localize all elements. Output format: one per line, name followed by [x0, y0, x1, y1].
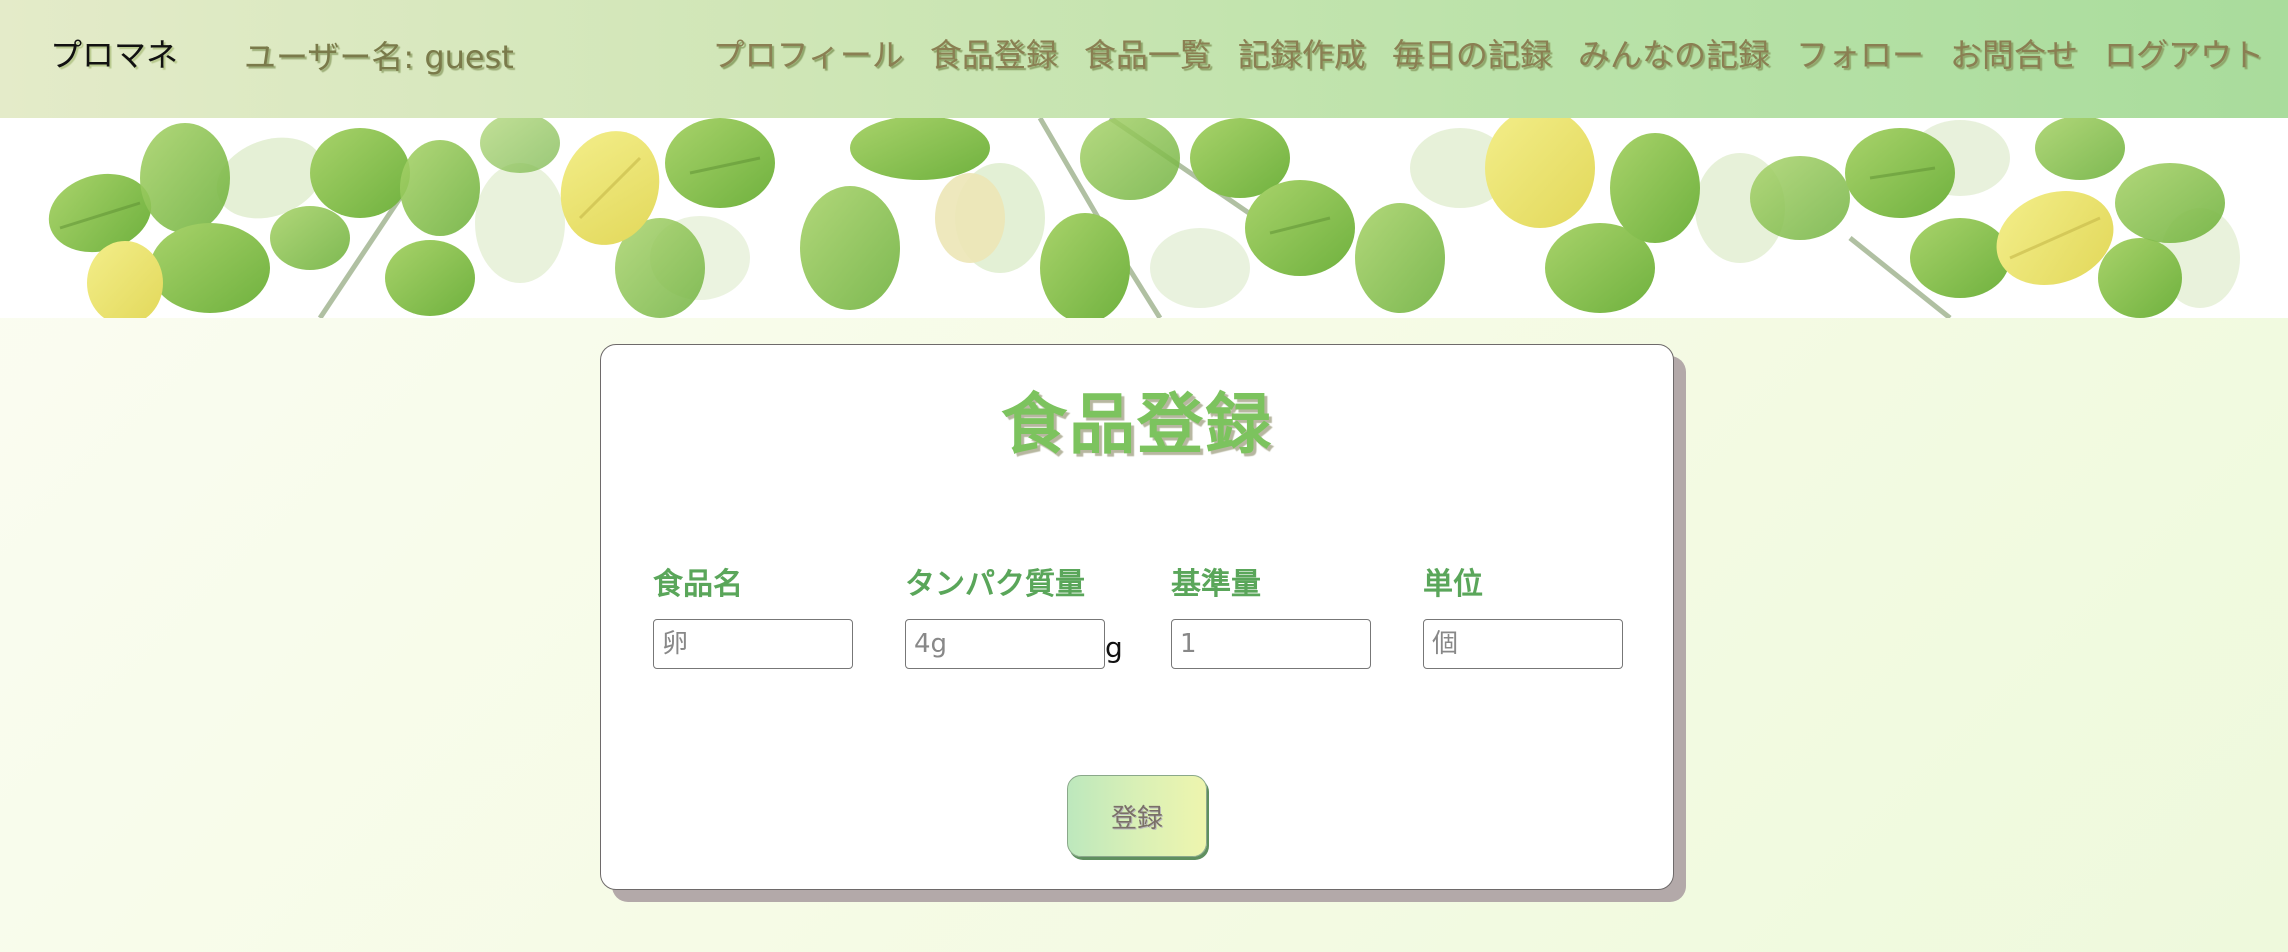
protein-input[interactable] — [905, 619, 1105, 669]
protein-label: タンパク質量 — [905, 567, 1085, 602]
unit-input[interactable] — [1423, 619, 1623, 669]
food-name-input[interactable] — [653, 619, 853, 669]
nav-link-everyone-record[interactable]: みんなの記録 — [1578, 30, 1770, 76]
nav-link-daily-record[interactable]: 毎日の記録 — [1392, 30, 1552, 76]
nav-link-profile[interactable]: プロフィール — [713, 30, 904, 76]
brand-logo[interactable]: プロマネ — [50, 30, 178, 76]
unit-field-group: 単位 — [1423, 567, 1633, 669]
nav-link-contact[interactable]: お問合せ — [1950, 30, 2078, 76]
unit-label: 単位 — [1423, 567, 1483, 602]
nav-link-create-record[interactable]: 記録作成 — [1238, 30, 1366, 76]
leaves-illustration — [48, 118, 2240, 318]
leaves-banner — [0, 118, 2288, 318]
protein-field-group: タンパク質量 — [905, 567, 1115, 669]
protein-unit-suffix: g — [1105, 631, 1123, 664]
username-display: ユーザー名: guest — [244, 38, 514, 76]
nav-link-food-list[interactable]: 食品一覧 — [1084, 30, 1212, 76]
food-register-card: 食品登録 食品名 タンパク質量 g 基準量 単位 登録 — [600, 344, 1674, 890]
food-name-label: 食品名 — [653, 567, 743, 602]
base-amount-field-group: 基準量 — [1171, 567, 1381, 669]
register-button[interactable]: 登録 — [1067, 775, 1207, 857]
nav-link-logout[interactable]: ログアウト — [2104, 30, 2264, 76]
base-amount-label: 基準量 — [1171, 567, 1261, 602]
page-title: 食品登録 — [1001, 386, 1273, 463]
site-header: プロマネ ユーザー名: guest プロフィール 食品登録 食品一覧 記録作成 … — [0, 0, 2288, 118]
nav-link-follow[interactable]: フォロー — [1796, 30, 1924, 76]
nav-link-food-register[interactable]: 食品登録 — [930, 30, 1058, 76]
main-nav: プロフィール 食品登録 食品一覧 記録作成 毎日の記録 みんなの記録 フォロー … — [713, 30, 2265, 76]
food-name-field-group: 食品名 — [653, 567, 863, 669]
base-amount-input[interactable] — [1171, 619, 1371, 669]
